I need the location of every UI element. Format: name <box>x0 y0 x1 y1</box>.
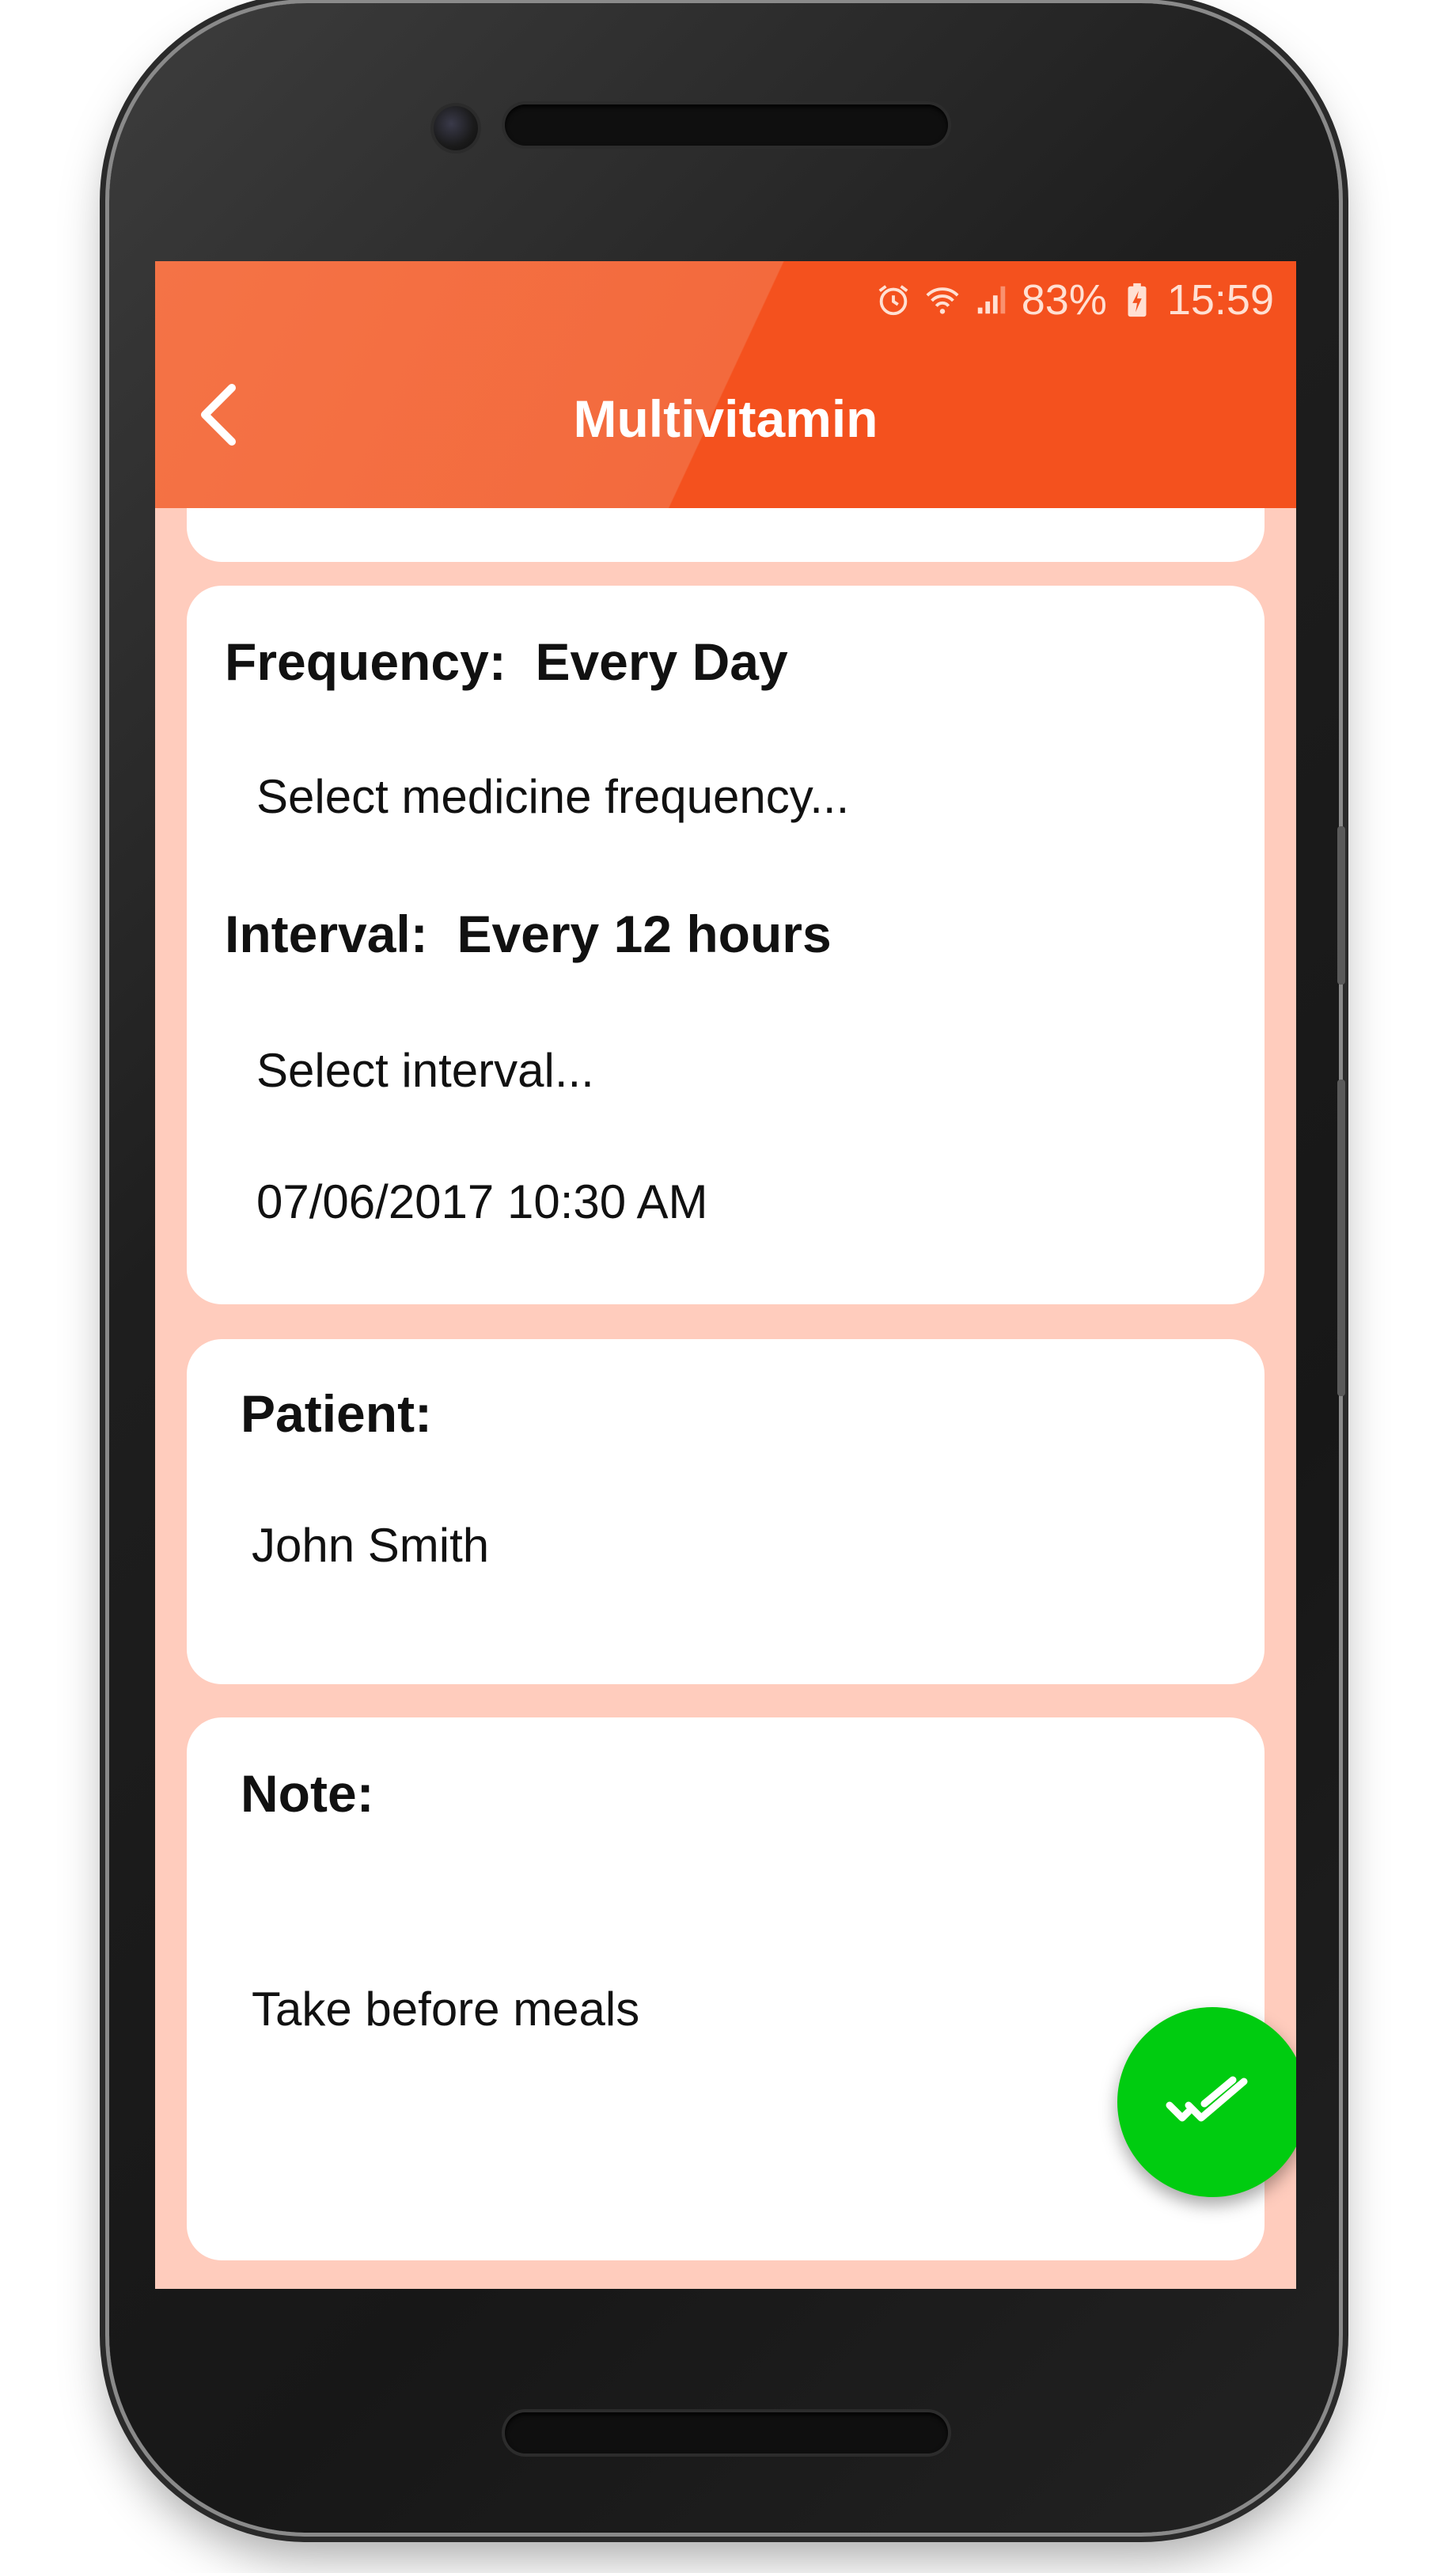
status-bar: 83% 15:59 <box>874 272 1274 328</box>
frequency-value: Every Day <box>535 632 788 691</box>
double-check-icon <box>1166 2076 1248 2122</box>
schedule-card: Frequency: Every Day Select medicine fre… <box>187 586 1265 1304</box>
interval-label: Interval: <box>225 905 428 963</box>
interval-value: Every 12 hours <box>457 905 832 963</box>
page-title: Multivitamin <box>573 389 878 448</box>
frequency-select[interactable]: Select medicine frequency... <box>256 769 849 824</box>
note-card: Note: Take before meals <box>187 1717 1265 2260</box>
patient-name[interactable]: John Smith <box>252 1518 489 1573</box>
power-button <box>1337 1080 1345 1396</box>
toolbar: Multivitamin <box>155 328 1296 508</box>
bottom-speaker <box>505 2412 948 2453</box>
back-button[interactable] <box>182 375 253 454</box>
interval-heading: Interval: Every 12 hours <box>225 904 832 964</box>
chevron-left-icon <box>201 384 236 446</box>
top-speaker <box>505 104 948 146</box>
volume-button <box>1337 826 1345 985</box>
battery-percent: 83% <box>1021 276 1107 324</box>
clock: 15:59 <box>1166 276 1274 324</box>
alarm-icon <box>874 281 912 319</box>
phone-frame: 83% 15:59 Multivitamin Frequency: Every … <box>109 3 1345 2533</box>
frequency-heading: Frequency: Every Day <box>225 632 788 692</box>
start-datetime-picker[interactable]: 07/06/2017 10:30 AM <box>256 1175 707 1229</box>
signal-icon <box>973 281 1010 319</box>
patient-card: Patient: John Smith <box>187 1339 1265 1684</box>
save-button[interactable] <box>1117 2007 1296 2197</box>
app-screen: 83% 15:59 Multivitamin Frequency: Every … <box>155 261 1296 2289</box>
note-text[interactable]: Take before meals <box>252 1982 639 2036</box>
battery-charging-icon <box>1118 281 1156 319</box>
note-label: Note: <box>241 1764 374 1823</box>
wifi-icon <box>923 281 961 319</box>
app-bar: 83% 15:59 Multivitamin <box>155 261 1296 508</box>
patient-label: Patient: <box>241 1384 433 1443</box>
interval-select[interactable]: Select interval... <box>256 1043 594 1098</box>
frequency-label: Frequency: <box>225 632 506 691</box>
front-camera <box>434 106 478 150</box>
